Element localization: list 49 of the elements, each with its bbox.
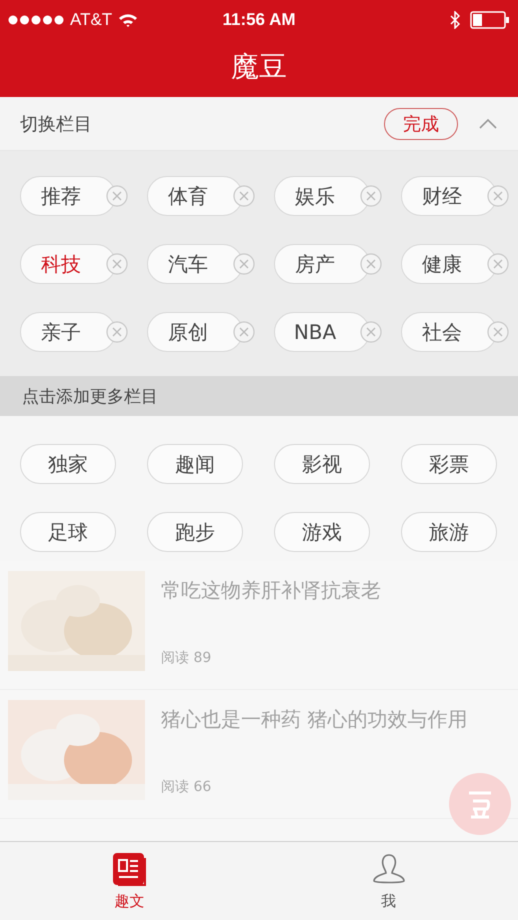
remove-icon[interactable]	[233, 185, 255, 207]
battery-icon	[470, 11, 510, 29]
remove-icon[interactable]	[487, 185, 509, 207]
done-button[interactable]: 完成	[384, 108, 458, 140]
channel-tag[interactable]: 趣闻	[147, 444, 243, 484]
signal-icon	[8, 15, 64, 25]
floating-logo-button[interactable]	[449, 773, 511, 835]
channel-tag[interactable]: 彩票	[401, 444, 497, 484]
channel-tag[interactable]: 原创	[147, 312, 243, 352]
channel-tag[interactable]: 房产	[274, 244, 370, 284]
remove-icon[interactable]	[360, 253, 382, 275]
channel-tag[interactable]: 体育	[147, 176, 243, 216]
remove-icon[interactable]	[233, 321, 255, 343]
section-title: 点击添加更多栏目	[22, 386, 158, 408]
app-logo: 魔豆	[231, 48, 287, 84]
channel-tag[interactable]: 旅游	[401, 512, 497, 552]
channel-tag[interactable]: 跑步	[147, 512, 243, 552]
tab-bar-item[interactable]: 我	[259, 842, 518, 920]
channel-tag[interactable]: 游戏	[274, 512, 370, 552]
channel-tag[interactable]: 汽车	[147, 244, 243, 284]
tab-bar-item[interactable]: 趣文	[0, 842, 259, 920]
collapse-chevron-icon[interactable]	[478, 118, 498, 130]
remove-icon[interactable]	[233, 253, 255, 275]
channel-tag[interactable]: 娱乐	[274, 176, 370, 216]
channel-tag[interactable]: 健康	[401, 244, 497, 284]
channel-tag[interactable]: 影视	[274, 444, 370, 484]
wifi-icon	[118, 12, 138, 28]
remove-icon[interactable]	[106, 321, 128, 343]
status-time: 11:56 AM	[222, 10, 296, 30]
remove-icon[interactable]	[106, 253, 128, 275]
channel-tag[interactable]: NBA	[274, 312, 370, 352]
newspaper-icon	[112, 852, 148, 888]
channel-tag[interactable]: 亲子	[20, 312, 116, 352]
remove-icon[interactable]	[487, 321, 509, 343]
channel-tag[interactable]: 社会	[401, 312, 497, 352]
read-count: 阅读 89	[161, 649, 212, 667]
channel-tag[interactable]: 科技	[20, 244, 116, 284]
channel-tag[interactable]: 独家	[20, 444, 116, 484]
remove-icon[interactable]	[360, 185, 382, 207]
channel-tag[interactable]: 财经	[401, 176, 497, 216]
carrier-name: AT&T	[70, 10, 112, 30]
remove-icon[interactable]	[360, 321, 382, 343]
panel-title: 切换栏目	[20, 112, 93, 136]
remove-icon[interactable]	[106, 185, 128, 207]
bluetooth-icon	[450, 11, 460, 29]
channel-tag[interactable]: 推荐	[20, 176, 116, 216]
channel-tag[interactable]: 足球	[20, 512, 116, 552]
read-count: 阅读 66	[161, 778, 212, 796]
remove-icon[interactable]	[487, 253, 509, 275]
